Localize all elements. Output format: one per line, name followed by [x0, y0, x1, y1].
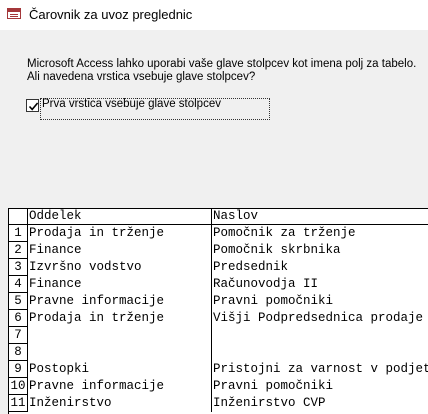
cell-oddelek: Inženirstvo: [28, 395, 212, 412]
cell-naslov: [212, 344, 428, 361]
cell-oddelek: Pravne informacije: [28, 378, 212, 395]
table-row[interactable]: 11 Inženirstvo Inženirstvo CVP: [9, 395, 428, 412]
row-number: 4: [9, 276, 28, 293]
instruction-line-1: Microsoft Access lahko uporabi vaše glav…: [27, 58, 417, 70]
row-number: 8: [9, 344, 28, 361]
cell-oddelek: Pravne informacije: [28, 293, 212, 310]
row-header-corner: [9, 209, 28, 225]
row-number: 5: [9, 293, 28, 310]
instruction-line-2: Ali navedena vrstica vsebuje glave stolp…: [27, 71, 256, 83]
first-row-headers-option[interactable]: Prva vrstica vsebuje glave stolpcev: [26, 96, 271, 121]
cell-naslov: Pravni pomočniki: [213, 294, 334, 308]
cell-naslov: Pravni pomočniki: [213, 379, 334, 393]
table-row[interactable]: 5 Pravne informacije Pravni pomočniki: [9, 293, 428, 310]
cell-oddelek: Postopki: [28, 361, 212, 378]
first-row-headers-label[interactable]: Prva vrstica vsebuje glave stolpcev: [42, 98, 221, 110]
grid-header-row: Oddelek Naslov: [9, 209, 428, 225]
column-header-oddelek[interactable]: Oddelek: [28, 209, 212, 225]
row-number: 2: [9, 242, 28, 259]
row-number: 7: [9, 327, 28, 344]
first-row-headers-checkbox[interactable]: [26, 99, 39, 112]
cell-oddelek: [28, 344, 212, 361]
access-form-icon: [7, 8, 21, 19]
cell-naslov: Računovodja II: [213, 277, 319, 291]
row-number: 1: [9, 225, 28, 242]
instructions: Microsoft Access lahko uporabi vaše glav…: [27, 58, 422, 84]
table-row[interactable]: 4 Finance Računovodja II: [9, 276, 428, 293]
cell-oddelek: Prodaja in trženje: [28, 225, 212, 242]
cell-naslov: Predsednik: [213, 260, 289, 274]
window-title: Čarovnik za uvoz preglednic: [29, 7, 193, 22]
row-number: 11: [9, 395, 28, 412]
table-row[interactable]: 3 Izvršno vodstvo Predsednik: [9, 259, 428, 276]
cell-naslov: Višji Podpredsednica prodaje: [213, 311, 424, 325]
title-bar: Čarovnik za uvoz preglednic: [0, 0, 428, 30]
row-number: 10: [9, 378, 28, 395]
cell-naslov: Pristojni za varnost v podjetju: [213, 362, 428, 376]
cell-oddelek: [28, 327, 212, 344]
table-row[interactable]: 6 Prodaja in trženje Višji Podpredsednica …: [9, 310, 428, 327]
table-row[interactable]: 8: [9, 344, 428, 361]
table-row[interactable]: 10 Pravne informacije Pravni pomočniki: [9, 378, 428, 395]
cell-naslov: [212, 327, 428, 344]
cell-oddelek: Prodaja in trženje: [28, 310, 212, 327]
column-header-naslov[interactable]: Naslov: [212, 209, 428, 225]
cell-oddelek: Izvršno vodstvo: [28, 259, 212, 276]
data-preview-grid[interactable]: Oddelek Naslov 1 Prodaja in trženje Pomočn…: [8, 208, 428, 414]
row-number: 3: [9, 259, 28, 276]
table-row[interactable]: 9 Postopki Pristojni za varnost v podjetju: [9, 361, 428, 378]
table-row[interactable]: 7: [9, 327, 428, 344]
row-number: 9: [9, 361, 28, 378]
table-row[interactable]: 2 Finance Pomočnik skrbnika: [9, 242, 428, 259]
cell-oddelek: Finance: [28, 242, 212, 259]
cell-naslov: Inženirstvo CVP: [213, 396, 326, 410]
table-row[interactable]: 1 Prodaja in trženje Pomočnik za trženje: [9, 225, 428, 242]
cell-naslov: Pomočnik skrbnika: [213, 243, 341, 257]
cell-oddelek: Finance: [28, 276, 212, 293]
cell-naslov: Pomočnik za trženje: [213, 226, 356, 240]
checkmark-icon: [28, 102, 39, 111]
row-number: 6: [9, 310, 28, 327]
